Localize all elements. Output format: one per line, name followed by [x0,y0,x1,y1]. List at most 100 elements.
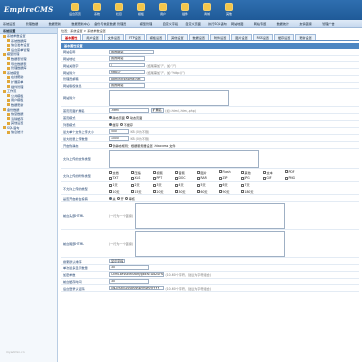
day-option[interactable]: 20天 [153,189,175,194]
text-input[interactable]: admin@phome.net [109,76,145,82]
type-option[interactable]: Flash [219,170,241,175]
day-option[interactable]: 60天 [197,189,219,194]
text-input[interactable]: 我的网站 [109,56,145,61]
day-option[interactable]: 2天 [131,182,153,187]
type-option[interactable]: PPT [153,176,175,180]
top-icon-5[interactable]: 插件 [174,3,196,18]
file-type-textarea[interactable] [109,149,259,168]
header-html-textarea[interactable] [134,202,285,229]
type-option[interactable]: ZIP [219,176,241,180]
tab-7[interactable]: 附件设置 [209,34,231,40]
tab-9[interactable]: RSS设置 [252,34,273,40]
nav-item[interactable]: 友情链接 [299,21,311,27]
nav-item[interactable]: 网站专题 [254,21,266,27]
nav-item[interactable]: 自定义页面 [185,21,200,27]
sidebar-item[interactable]: 信息统计 [0,130,57,135]
type-option[interactable]: JPG [241,176,263,180]
logo: EmpireCMS [4,5,54,14]
nav-item[interactable]: 管理广告 [322,21,334,27]
day-option[interactable]: 5天 [197,182,219,187]
type-option[interactable]: GIF [263,176,285,180]
tab-4[interactable]: 模板设置 [145,34,167,40]
type-option[interactable]: DOC [175,176,197,180]
nav-item[interactable]: 自定义字段 [163,21,178,27]
tab-2[interactable]: 文件设置 [103,34,125,40]
tab-10[interactable]: 缓存设置 [273,34,295,40]
tab-1[interactable]: 用户设置 [82,34,103,40]
type-option[interactable]: 音频 [175,170,197,175]
type-option[interactable]: 其他 [241,170,263,175]
nav-item[interactable]: 数据更新中心 [71,21,90,27]
search-order-select[interactable]: 显示字段 [109,258,126,264]
top-icon-2[interactable]: 栏目 [108,3,130,18]
top-icon-0[interactable]: 后台首页 [64,3,86,18]
day-option[interactable]: 30天 [175,189,197,194]
rewrite-option[interactable]: 伪静态规则：根据服务器设置 .htaccess 文件 [109,143,175,148]
day-option[interactable]: 1天 [109,182,131,187]
type-option[interactable]: 视频 [153,170,175,175]
text-input[interactable]: 我的网站 [109,49,154,55]
tab-11[interactable]: 更新设置 [295,34,316,40]
nav-item[interactable]: 管理员 [117,21,126,27]
extension-select[interactable]: 扩展名 [150,108,164,113]
tab-5[interactable]: 其他设置 [167,34,188,40]
day-option[interactable]: 6天 [219,182,241,187]
nav-item[interactable]: 备份与恢复数据 [94,21,116,27]
type-option[interactable]: PNG [285,176,307,180]
type-option[interactable]: 图片 [197,170,219,175]
radio-option[interactable]: 开 [117,196,124,201]
text-input[interactable]: / [109,62,145,68]
day-option[interactable]: 7天 [241,182,263,187]
nav-item[interactable]: 系统设置 [3,21,15,27]
type-option[interactable]: RAR [197,176,219,180]
top-icon-3[interactable]: 模板 [130,3,152,18]
tab-3[interactable]: FTP设置 [125,34,145,40]
nav-item[interactable]: 数据更新 [49,21,61,27]
radio-option[interactable]: 审核 [125,196,135,201]
tab-0[interactable]: 基本属性 [61,34,82,40]
day-option[interactable]: 4天 [175,182,197,187]
tab-8[interactable]: 图片设置 [231,34,252,40]
top-icon-7[interactable]: 其他 [218,3,240,18]
type-option[interactable]: PDF [285,170,307,175]
day-option[interactable]: 10天 [109,189,131,194]
text-input[interactable]: .html [109,108,149,113]
top-icon-4[interactable]: 用户 [152,3,174,18]
day-option[interactable]: 180天 [241,189,263,194]
text-input[interactable]: CkmLBYssxtRSf8RygbENTDoZuFfw8Qz [109,272,164,277]
field-value: http://(结尾需加"/"，如:"http://") [109,69,359,75]
type-option[interactable]: 文档 [109,170,131,175]
field-label: 最大单个文件上传大小 [63,129,94,134]
text-input[interactable]: 我的网站 [109,83,145,88]
field-value: / (结尾需加"/"，如:"/") [109,62,359,68]
text-input[interactable]: 500 [109,129,129,134]
sidebar-item-label: 扩展菜单 [11,79,24,84]
top-icon-6[interactable]: 商城 [196,3,218,18]
text-input[interactable]: http:// [109,69,145,75]
day-option[interactable]: 15天 [131,189,153,194]
type-option[interactable]: 压缩 [131,170,153,175]
text-input[interactable]: 30 [109,279,149,284]
text-input[interactable]: 1000 [109,136,129,141]
type-option[interactable]: XLS [131,176,153,180]
footer-html-textarea[interactable] [134,230,285,257]
type-option[interactable]: TXT [109,176,131,180]
day-option[interactable]: 3天 [153,182,175,187]
nav-item[interactable]: 模型管理 [140,21,152,27]
nav-item[interactable]: 管理数据 [26,21,38,27]
radio-option[interactable]: 静态页面 [109,115,125,120]
day-option[interactable]: 90天 [219,189,241,194]
type-option[interactable]: 文本 [263,170,285,175]
radio-option[interactable]: 动态页面 [126,115,142,120]
radio-option[interactable]: 关 [109,196,116,201]
description-textarea[interactable] [109,89,229,106]
text-input[interactable]: 30 [109,265,149,271]
tab-6[interactable]: 数据设置 [188,34,209,40]
nav-item[interactable]: 网站地图 [231,21,243,27]
top-icon-1[interactable]: 系统 [86,3,108,18]
radio-option[interactable]: 缓存 [109,122,119,127]
nav-item[interactable]: 数据统计 [277,21,289,27]
text-input[interactable]: 0N2l9XnGnhdRhRW9hyRHYYYY [109,285,164,291]
radio-option[interactable]: 不缓存 [120,122,133,127]
nav-item[interactable]: 执行SQL语句 [208,21,227,27]
